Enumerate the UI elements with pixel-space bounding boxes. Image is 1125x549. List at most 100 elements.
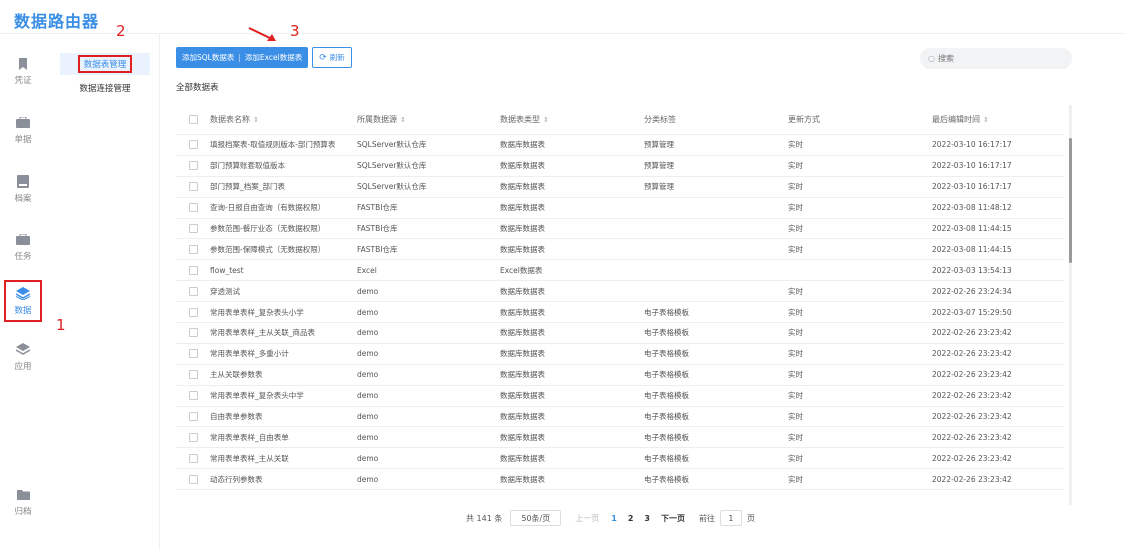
cell-category-tag: 电子表格模板	[644, 474, 689, 484]
search-input[interactable]	[937, 54, 1058, 63]
sort-icon[interactable]: ⇕	[543, 116, 549, 124]
add-sql-table-button[interactable]: 添加SQL数据表	[182, 52, 234, 63]
select-all-checkbox[interactable]	[188, 115, 198, 124]
nav-item-app[interactable]: 应用	[4, 336, 42, 378]
column-header-source[interactable]: 所属数据源 ⇕	[357, 114, 500, 125]
table-row[interactable]: 常用表单表样_自由表单 demo 数据库数据表 电子表格模板 实时 2022-02-26 …	[176, 427, 1064, 449]
cell-data-source: demo	[357, 453, 379, 463]
cell-update-mode: 实时	[788, 140, 803, 150]
cell-last-edit-time: 2022-02-26 23:23:42	[932, 370, 1012, 380]
refresh-icon: ⟳	[319, 52, 327, 63]
table-row[interactable]: 动态行列参数表 demo 数据库数据表 电子表格模板 实时 2022-02-26 23:2…	[176, 469, 1064, 491]
cell-table-type: 数据库数据表	[500, 349, 545, 359]
column-header-name[interactable]: 数据表名称 ⇕	[210, 114, 357, 125]
search-box[interactable]: ○	[920, 48, 1072, 69]
sort-icon[interactable]: ⇕	[983, 116, 989, 124]
nav-item-data[interactable]: 数据	[4, 280, 42, 322]
book-icon	[16, 175, 30, 189]
cell-update-mode: 实时	[788, 453, 803, 463]
table-row[interactable]: 填报档案表-取值规则版本-部门预算表 SQLServer默认仓库 数据库数据表 预算管…	[176, 135, 1064, 156]
subnav-table-management[interactable]: 数据表管理	[60, 53, 150, 75]
cell-table-name: 常用表单表样_复杂表头中学	[210, 391, 304, 401]
subnav-connection-management[interactable]: 数据连接管理	[60, 77, 150, 99]
cell-data-source: demo	[357, 412, 379, 422]
row-checkbox[interactable]	[188, 265, 198, 275]
table-row[interactable]: 参数范围-餐厅业态（无数据权限） FASTBI仓库 数据库数据表 实时 2022-03-…	[176, 219, 1064, 240]
row-checkbox[interactable]	[188, 244, 198, 254]
cell-last-edit-time: 2022-03-08 11:44:15	[932, 224, 1012, 233]
table-row[interactable]: 常用表单表样_复杂表头小学 demo 数据库数据表 电子表格模板 实时 2022-03-0…	[176, 302, 1064, 324]
column-header-type[interactable]: 数据表类型 ⇕	[500, 114, 644, 125]
nav-item-archive-folder[interactable]: 归档	[4, 481, 42, 523]
cell-last-edit-time: 2022-03-03 13:54:13	[932, 265, 1012, 275]
cell-update-mode: 实时	[788, 244, 803, 254]
header-label: 最后编辑时间	[932, 115, 980, 124]
row-checkbox[interactable]	[188, 307, 198, 317]
table-row[interactable]: 常用表单表样_多重小计 demo 数据库数据表 电子表格模板 实时 2022-02-26 …	[176, 344, 1064, 365]
table-row[interactable]: 自由表单参数表 demo 数据库数据表 电子表格模板 实时 2022-02-26 23:2…	[176, 407, 1064, 428]
cell-category-tag: 预算管理	[644, 161, 674, 171]
row-checkbox[interactable]	[188, 224, 198, 233]
page-button-2[interactable]: 2	[628, 514, 634, 523]
row-checkbox[interactable]	[188, 203, 198, 213]
briefcase-icon	[16, 233, 30, 247]
cell-table-name: 常用表单表样_自由表单	[210, 432, 289, 442]
cell-data-source: SQLServer默认仓库	[357, 140, 427, 150]
cell-update-mode: 实时	[788, 432, 803, 442]
goto-page-input[interactable]: 1	[719, 510, 742, 526]
row-checkbox[interactable]	[188, 412, 198, 422]
nav-item-document[interactable]: 单据	[4, 109, 42, 151]
table-row[interactable]: 部门预算_档案_部门表 SQLServer默认仓库 数据库数据表 预算管理 实时 2022…	[176, 177, 1064, 198]
page-size-select[interactable]: 50条/页	[510, 510, 562, 526]
row-checkbox[interactable]	[188, 453, 198, 463]
page-button-1[interactable]: 1	[611, 514, 617, 523]
cell-table-name: 常用表单表样_多重小计	[210, 349, 289, 359]
table-scrollbar-thumb[interactable]	[1069, 138, 1072, 263]
cell-table-type: 数据库数据表	[500, 391, 545, 401]
row-checkbox[interactable]	[188, 474, 198, 484]
cell-last-edit-time: 2022-02-26 23:23:42	[932, 391, 1012, 401]
table-row[interactable]: 穿透测试 demo 数据库数据表 实时 2022-02-26 23:24:34	[176, 281, 1064, 303]
row-checkbox[interactable]	[188, 328, 198, 338]
table-row[interactable]: 常用表单表样_主从关联 demo 数据库数据表 电子表格模板 实时 2022-02-26 …	[176, 448, 1064, 470]
cell-table-name: 主从关联参数表	[210, 370, 263, 380]
row-checkbox[interactable]	[188, 432, 198, 442]
table-row[interactable]: 常用表单表样_复杂表头中学 demo 数据库数据表 电子表格模板 实时 2022-02-2…	[176, 386, 1064, 407]
cell-update-mode: 实时	[788, 307, 803, 317]
cell-table-name: 查询-日报自由查询（有数据权限）	[210, 203, 326, 213]
sort-icon[interactable]: ⇕	[400, 116, 406, 124]
row-checkbox[interactable]	[188, 349, 198, 359]
table-row[interactable]: 常用表单表样_主从关联_商品表 demo 数据库数据表 电子表格模板 实时 2022-02…	[176, 323, 1064, 344]
table-row[interactable]: 查询-日报自由查询（有数据权限） FASTBI仓库 数据库数据表 实时 2022-03-…	[176, 198, 1064, 219]
table-row[interactable]: 部门预算账套取值版本 SQLServer默认仓库 数据库数据表 预算管理 实时 2022-…	[176, 156, 1064, 177]
page-button-3[interactable]: 3	[644, 514, 650, 523]
sort-icon[interactable]: ⇕	[253, 116, 259, 124]
annotation-number-3: 3	[290, 22, 300, 40]
row-checkbox[interactable]	[188, 370, 198, 380]
row-checkbox[interactable]	[188, 286, 198, 296]
cell-data-source: FASTBI仓库	[357, 244, 398, 254]
row-checkbox[interactable]	[188, 161, 198, 171]
row-checkbox[interactable]	[188, 140, 198, 150]
nav-label: 应用	[14, 361, 32, 372]
refresh-button[interactable]: ⟳ 刷新	[312, 47, 352, 68]
cell-data-source: FASTBI仓库	[357, 224, 398, 233]
cell-last-edit-time: 2022-03-07 15:29:50	[932, 307, 1012, 317]
nav-item-voucher[interactable]: 凭证	[4, 50, 42, 92]
table-row[interactable]: flow_test Excel Excel数据表 2022-03-03 13:54:1…	[176, 260, 1064, 282]
nav-item-archive[interactable]: 档案	[4, 168, 42, 210]
add-excel-table-button[interactable]: 添加Excel数据表	[245, 52, 302, 63]
cell-data-source: SQLServer默认仓库	[357, 161, 427, 171]
next-page-button[interactable]: 下一页	[661, 513, 685, 524]
nav-item-task[interactable]: 任务	[4, 226, 42, 268]
nav-label: 数据	[14, 305, 32, 316]
prev-page-button[interactable]: 上一页	[575, 513, 599, 524]
cell-data-source: demo	[357, 328, 379, 338]
cell-table-type: 数据库数据表	[500, 286, 545, 296]
row-checkbox[interactable]	[188, 182, 198, 192]
row-checkbox[interactable]	[188, 391, 198, 401]
column-header-edit-time[interactable]: 最后编辑时间 ⇕	[932, 114, 1064, 125]
cell-category-tag: 电子表格模板	[644, 328, 689, 338]
table-row[interactable]: 参数范围-保障模式（无数据权限） FASTBI仓库 数据库数据表 实时 2022-03-…	[176, 239, 1064, 261]
table-row[interactable]: 主从关联参数表 demo 数据库数据表 电子表格模板 实时 2022-02-26 23:2…	[176, 365, 1064, 386]
